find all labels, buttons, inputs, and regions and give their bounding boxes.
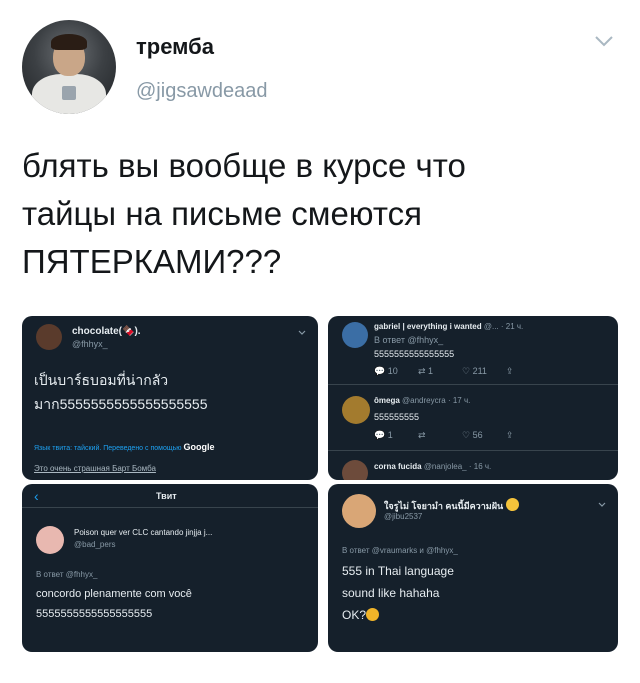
share-icon[interactable]: ⇪ <box>506 430 550 441</box>
user-name: ใจรูไม่ โจยามำ คนนี้มีความฝัน <box>384 498 519 513</box>
grin-emoji-icon <box>366 608 380 621</box>
divider <box>328 450 618 451</box>
user-name: ômega @andreycra · 17 ч. <box>374 396 471 405</box>
translate-note: Язык твита: тайский. Переведено с помощь… <box>34 442 215 452</box>
reply-to: В ответ @fhhyx_ <box>36 570 98 579</box>
screenshot-panel-portuguese-reply: ‹ Твит Poison quer ver CLC cantando jinj… <box>22 484 318 652</box>
like-count[interactable]: ♡ 211 <box>462 366 506 377</box>
tweet-line: เป็นบาร์ธบอมที่น่ากลัว <box>34 372 169 388</box>
reply-to: В ответ @fhhyx_ <box>374 335 444 345</box>
user-avatar <box>36 324 62 350</box>
user-avatar <box>36 526 64 554</box>
user-avatar <box>342 460 368 480</box>
reply-to: В ответ @vraumarks и @fhhyx_ <box>342 546 458 555</box>
author-handle[interactable]: @jigsawdeaad <box>136 80 268 103</box>
google-logo: Google <box>183 442 215 452</box>
reply-count[interactable]: 💬 1 <box>374 430 418 441</box>
retweet-count[interactable]: ⇄ <box>418 430 462 441</box>
user-avatar <box>342 396 370 424</box>
reply-actions: 💬 1 ⇄ ♡ 56 ⇪ <box>374 430 550 441</box>
translation-text: Это очень страшная Барт Бомба <box>34 464 156 473</box>
user-handle: @fhhyx_ <box>72 339 108 349</box>
sunglasses-emoji-icon <box>505 498 519 511</box>
tweet-text-line: блять вы вообще в курсе что <box>22 147 466 184</box>
reply-text: 555 in Thai language <box>342 564 454 578</box>
reply-text: OK? <box>342 608 380 622</box>
chevron-down-icon[interactable] <box>594 34 614 48</box>
chevron-down-icon <box>598 502 606 507</box>
tweet-line: มาก5555555555555555555 <box>34 396 208 412</box>
screenshot-panel-thai-tweet: chocolate(🍫). @fhhyx_ เป็นบาร์ธบอมที่น่า… <box>22 316 318 480</box>
user-avatar <box>342 322 368 348</box>
reply-text: 5555555555555555555 <box>36 608 153 620</box>
reply-text: sound like hahaha <box>342 586 440 600</box>
chevron-down-icon <box>298 330 306 335</box>
author-name[interactable]: тремба <box>136 34 214 60</box>
reply-actions: 💬 10 ⇄ 1 ♡ 211 ⇪ <box>374 366 550 377</box>
divider <box>328 384 618 385</box>
tweet: тремба @jigsawdeaad блять вы вообще в ку… <box>0 0 640 683</box>
back-arrow-icon[interactable]: ‹ <box>34 488 39 504</box>
share-icon[interactable]: ⇪ <box>506 366 550 377</box>
reply-text: concordo plenamente com você <box>36 588 192 600</box>
screenshot-panel-english-reply: ใจรูไม่ โจยามำ คนนี้มีความฝัน @jibu2537 … <box>328 484 618 652</box>
user-avatar <box>342 494 376 528</box>
tweet-text-line: тайцы на письме смеются <box>22 195 422 232</box>
user-name: Poison quer ver CLC cantando jinjja j... <box>74 528 213 537</box>
reply-text: 5555555555555555 <box>374 349 455 359</box>
tweet-text-line: ПЯТЕРКАМИ??? <box>22 243 282 280</box>
user-handle: @jibu2537 <box>384 512 423 521</box>
avatar-patch <box>62 86 76 100</box>
user-name: gabriel | everything i wanted @... · 21 … <box>374 322 524 331</box>
user-handle: @bad_pers <box>74 540 116 549</box>
retweet-count[interactable]: ⇄ 1 <box>418 366 462 377</box>
user-name: corna fucida @nanjolea_ · 16 ч. <box>374 462 492 471</box>
reply-count[interactable]: 💬 10 <box>374 366 418 377</box>
reply-text: 555555555 <box>374 412 420 422</box>
like-count[interactable]: ♡ 56 <box>462 430 506 441</box>
screenshot-panel-replies: gabriel | everything i wanted @... · 21 … <box>328 316 618 480</box>
user-name: chocolate(🍫). <box>72 326 141 337</box>
panel-title: Твит <box>156 491 177 501</box>
author-avatar[interactable] <box>22 20 116 114</box>
avatar-hair <box>51 34 87 50</box>
tweet-text: блять вы вообще в курсе что тайцы на пис… <box>22 142 622 286</box>
